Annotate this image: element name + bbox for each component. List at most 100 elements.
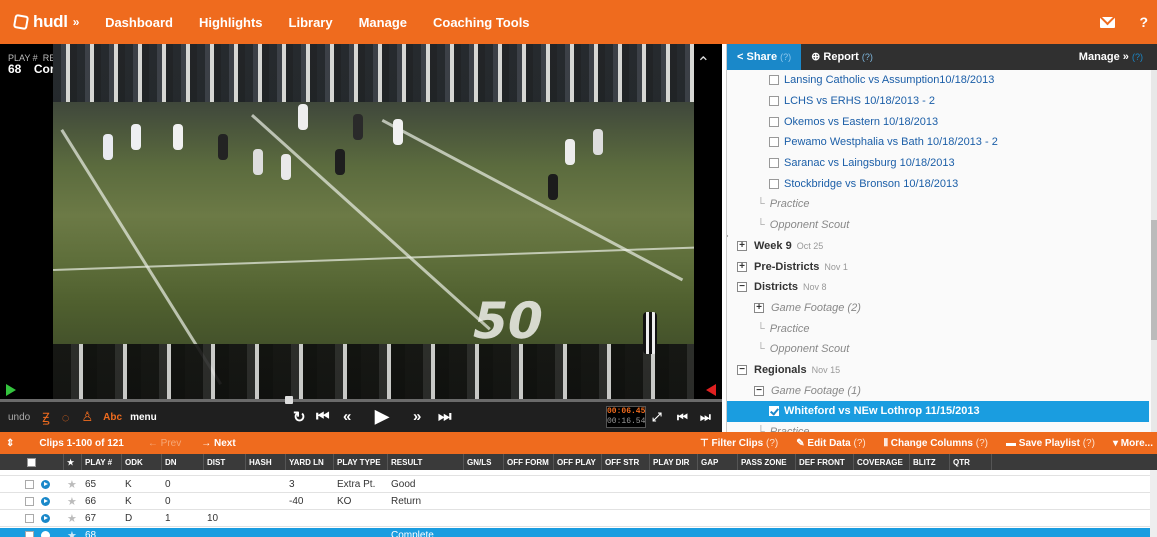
play-clip-icon[interactable] (38, 511, 50, 526)
col-dist[interactable]: DIST (204, 454, 246, 470)
col-gap[interactable]: GAP (698, 454, 738, 470)
game-item[interactable]: Okemos vs Eastern 10/18/2013 (727, 111, 1157, 132)
game-checkbox[interactable] (769, 158, 779, 169)
table-row[interactable]: ★ 65 K 0 3 Extra Pt. Good (0, 477, 1150, 493)
expand-arrow-icon[interactable] (727, 232, 728, 240)
collapse-icon[interactable]: − (737, 282, 747, 293)
star-icon[interactable]: ★ (64, 477, 77, 492)
table-row-partial[interactable] (0, 470, 1150, 476)
collapse-icon[interactable]: − (754, 385, 764, 396)
col-star[interactable]: ★ (64, 454, 82, 470)
play-icon[interactable]: ▶ (375, 406, 389, 427)
hudl-logo[interactable]: hudl » (12, 12, 80, 32)
menu-button[interactable]: menu (130, 412, 157, 423)
slow-forward-icon[interactable]: » (413, 408, 421, 425)
col-off-str[interactable]: OFF STR (602, 454, 650, 470)
row-checkbox[interactable] (22, 528, 34, 537)
collapse-icon[interactable]: ⌃ (697, 53, 710, 73)
col-result[interactable]: RESULT (388, 454, 464, 470)
row-checkbox[interactable] (22, 477, 34, 492)
change-columns-button[interactable]: ⫴ Change Columns (?) (884, 438, 988, 449)
scrub-handle[interactable] (285, 396, 293, 404)
select-all-checkbox[interactable] (0, 454, 64, 470)
col-gn-ls[interactable]: GN/LS (464, 454, 504, 470)
tree-subitem[interactable]: └Practice (727, 318, 1157, 339)
chevron-down-icon[interactable]: » (73, 15, 80, 29)
undo-button[interactable]: undo (8, 412, 30, 423)
manage-link[interactable]: Manage » (?) (1079, 51, 1157, 63)
help-button[interactable]: ? (1139, 14, 1148, 30)
col-off-play[interactable]: OFF PLAY (554, 454, 602, 470)
replay-icon[interactable]: ↻ (293, 408, 306, 426)
game-item[interactable]: Saranac vs Laingsburg 10/18/2013 (727, 153, 1157, 174)
game-item-selected[interactable]: Whiteford vs NEw Lothrop 11/15/2013 (727, 401, 1149, 422)
skip-forward-icon[interactable]: ⏭ (438, 408, 452, 425)
game-checkbox[interactable] (769, 116, 779, 127)
tree-subitem[interactable]: └ Opponent Scout (727, 339, 1157, 360)
tree-folder[interactable]: + Game Footage (2) (727, 298, 1157, 319)
tree-week[interactable]: − Regionals Nov 15 (727, 360, 1157, 381)
play-clip-icon[interactable] (38, 494, 50, 509)
scrollbar-thumb[interactable] (1151, 220, 1157, 340)
table-row-selected[interactable]: ★ 68 Complete (0, 528, 1150, 537)
skip-back-icon[interactable]: ⏮ (316, 408, 330, 425)
sort-icon[interactable]: ⇕ (6, 438, 14, 449)
video-frame[interactable]: 50 (53, 44, 694, 402)
save-playlist-button[interactable]: ▬ Save Playlist (?) (1006, 438, 1095, 449)
expand-icon[interactable]: + (737, 261, 747, 272)
prev-button[interactable]: ← Prev (148, 438, 181, 449)
telestrate-icon[interactable]: Ꙃ (42, 408, 50, 426)
tree-week[interactable]: + Week 9 Oct 25 (727, 236, 1157, 257)
more-button[interactable]: ▾ More... (1113, 438, 1153, 449)
col-play-dir[interactable]: PLAY DIR (650, 454, 698, 470)
rewind-icon[interactable]: « (343, 408, 351, 425)
spotlight-icon[interactable]: ♙ (82, 409, 94, 425)
video-player[interactable]: PLAY # RESULT 68 Complete 50 ⌃ (0, 44, 722, 402)
grid-scrollbar[interactable] (1150, 470, 1157, 537)
mail-icon[interactable] (1100, 16, 1116, 28)
play-clip-icon[interactable] (38, 528, 50, 537)
expand-icon[interactable]: + (737, 240, 747, 251)
edit-data-button[interactable]: ✎ Edit Data (?) (796, 438, 866, 449)
nav-dashboard[interactable]: Dashboard (105, 15, 173, 30)
row-checkbox[interactable] (22, 494, 34, 509)
col-hash[interactable]: HASH (246, 454, 286, 470)
game-checkbox[interactable] (769, 96, 779, 107)
expand-icon[interactable]: + (754, 302, 764, 313)
next-clip-icon[interactable]: ⏭ (700, 410, 711, 425)
table-row[interactable]: ★ 67 D 1 10 (0, 511, 1150, 527)
col-blitz[interactable]: BLITZ (910, 454, 950, 470)
col-def-front[interactable]: DEF FRONT (796, 454, 854, 470)
game-checkbox[interactable] (769, 137, 779, 148)
nav-coaching-tools[interactable]: Coaching Tools (433, 15, 530, 30)
col-pass-zone[interactable]: PASS ZONE (738, 454, 796, 470)
col-play-type[interactable]: PLAY TYPE (334, 454, 388, 470)
panel-scrollbar[interactable] (1151, 70, 1157, 432)
play-clip-icon[interactable] (38, 477, 50, 492)
tree-folder[interactable]: − Game Footage (1) (727, 380, 1157, 401)
filter-clips-button[interactable]: ⊤ Filter Clips (?) (700, 438, 778, 449)
col-qtr[interactable]: QTR (950, 454, 992, 470)
col-dn[interactable]: DN (162, 454, 204, 470)
nav-highlights[interactable]: Highlights (199, 15, 263, 30)
game-checkbox[interactable] (769, 406, 779, 417)
col-play-number[interactable]: PLAY # (82, 454, 122, 470)
game-item[interactable]: Stockbridge vs Bronson 10/18/2013 (727, 173, 1157, 194)
star-icon[interactable]: ★ (64, 494, 77, 509)
tree-subitem[interactable]: └Practice (727, 194, 1157, 215)
game-item[interactable]: Lansing Catholic vs Assumption10/18/2013 (727, 70, 1157, 91)
previous-clip-icon[interactable]: ⏮ (677, 410, 688, 425)
tab-report[interactable]: ⊕ Report (?) (801, 44, 883, 70)
game-item[interactable]: LCHS vs ERHS 10/18/2013 - 2 (727, 91, 1157, 112)
col-off-form[interactable]: OFF FORM (504, 454, 554, 470)
collapse-icon[interactable]: − (737, 364, 747, 375)
col-yard-ln[interactable]: YARD LN (286, 454, 334, 470)
row-checkbox[interactable] (22, 511, 34, 526)
text-tool-button[interactable]: Abc (103, 412, 122, 423)
fullscreen-icon[interactable]: ⤢ (652, 410, 662, 425)
col-coverage[interactable]: COVERAGE (854, 454, 910, 470)
tab-share[interactable]: < Share (?) (727, 44, 802, 70)
tree-subitem[interactable]: └ Opponent Scout (727, 215, 1157, 236)
tree-week[interactable]: − Districts Nov 8 (727, 277, 1157, 298)
tree-subitem[interactable]: └Practice (727, 422, 1157, 432)
